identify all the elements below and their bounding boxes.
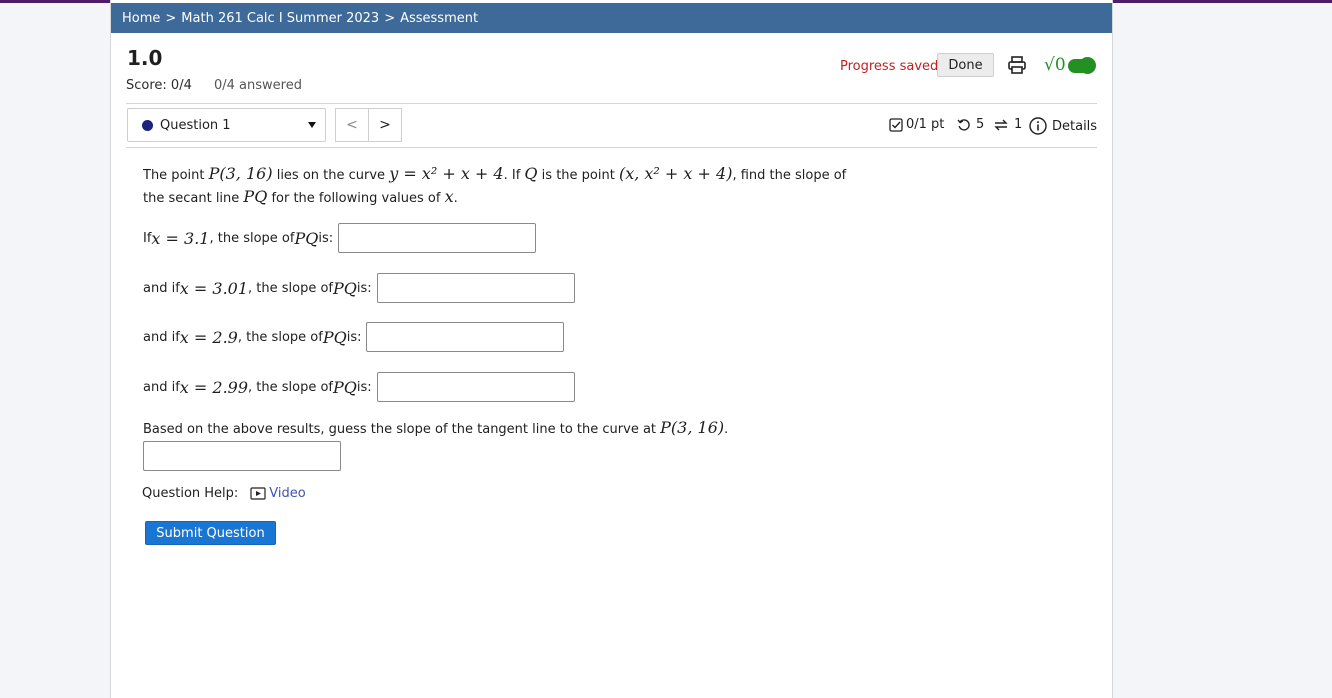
retry-icon — [957, 118, 970, 131]
point-q: (x, x² + x + 4) — [618, 164, 733, 183]
curve-equation: y = x² + x + 4 — [389, 164, 504, 183]
part-row: If x = 3.1, the slope of PQ is: — [143, 223, 537, 253]
answer-input-4[interactable] — [376, 372, 575, 402]
submit-question-button[interactable]: Submit Question — [145, 521, 276, 545]
question-status-dot-icon — [142, 119, 153, 131]
math-entry-icon[interactable]: √0 — [1044, 55, 1066, 75]
caret-down-icon — [308, 122, 316, 128]
question-help-label: Question Help: — [142, 486, 239, 501]
video-icon — [250, 487, 266, 500]
question-help: Question Help: Video — [142, 486, 306, 501]
math-entry-toggle[interactable] — [1068, 57, 1096, 74]
progress-saved-status: Progress saved — [840, 59, 939, 74]
print-icon[interactable] — [1007, 55, 1027, 75]
part-row: and if x = 2.99, the slope of PQ is: — [143, 372, 575, 402]
assessment-version: 1.0 — [127, 46, 163, 70]
question-divider — [126, 147, 1097, 148]
retries-count: 5 — [976, 117, 985, 132]
breadcrumb-home-link[interactable]: Home — [122, 11, 160, 26]
problem-statement: The point P(3, 16) lies on the curve y =… — [143, 164, 847, 206]
part-row: and if x = 3.01, the slope of PQ is: — [143, 273, 575, 303]
point-p: P(3, 16) — [208, 164, 273, 183]
retries-info: 5 — [957, 117, 984, 132]
question-select[interactable]: Question 1 — [127, 108, 326, 142]
details-button[interactable]: Details — [1029, 117, 1097, 135]
next-question-button[interactable]: > — [368, 108, 402, 142]
breadcrumb-separator: > — [384, 10, 396, 26]
answer-input-1[interactable] — [338, 223, 537, 253]
breadcrumb-separator: > — [165, 10, 177, 26]
question-select-label: Question 1 — [160, 117, 231, 133]
answer-input-3[interactable] — [366, 322, 565, 352]
breadcrumb-course-link[interactable]: Math 261 Calc I Summer 2023 — [181, 11, 379, 26]
attempts-info: 1 — [993, 117, 1022, 132]
previous-question-button[interactable]: < — [335, 108, 369, 142]
breadcrumb: Home > Math 261 Calc I Summer 2023 > Ass… — [111, 3, 1112, 33]
points-text: 0/1 pt — [906, 117, 945, 132]
details-label: Details — [1052, 118, 1098, 134]
info-icon — [1029, 117, 1047, 135]
question-points: 0/1 pt — [889, 117, 944, 132]
score-text: Score: 0/4 — [126, 78, 192, 93]
answered-count: 0/4 answered — [214, 78, 302, 93]
assessment-page: Home > Math 261 Calc I Summer 2023 > Ass… — [110, 0, 1113, 698]
video-help-link[interactable]: Video — [269, 486, 305, 501]
tangent-answer-input[interactable] — [143, 441, 341, 471]
tangent-prompt: Based on the above results, guess the sl… — [143, 418, 729, 437]
part-row: and if x = 2.9, the slope of PQ is: — [143, 322, 565, 352]
header-divider — [126, 103, 1097, 104]
answer-input-2[interactable] — [376, 273, 575, 303]
breadcrumb-current: Assessment — [400, 10, 479, 26]
attempts-count: 1 — [1014, 117, 1023, 132]
done-button[interactable]: Done — [937, 53, 994, 77]
attempts-arrows-icon — [994, 119, 1008, 130]
checkbox-icon — [889, 117, 903, 132]
